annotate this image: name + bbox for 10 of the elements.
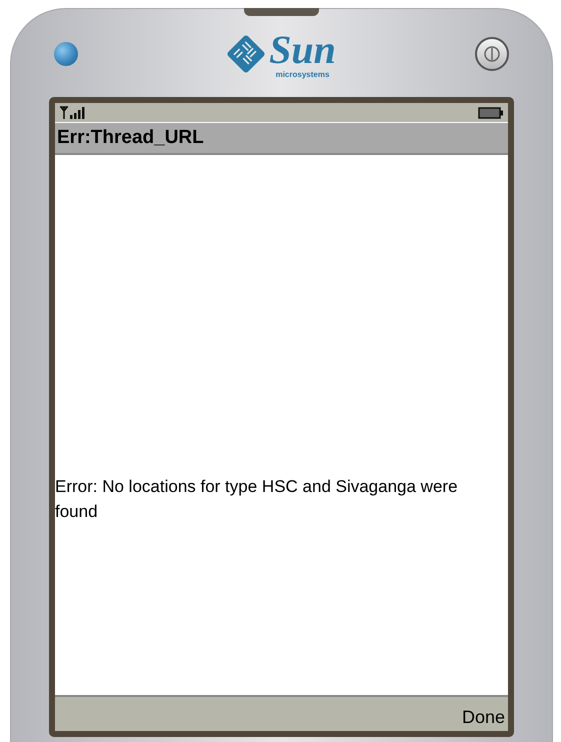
logo-tagline: microsystems bbox=[276, 70, 330, 78]
screen-title: Err:Thread_URL bbox=[57, 126, 204, 150]
logo-wordmark: Sun bbox=[269, 30, 336, 70]
error-message: Error: No locations for type HSC and Sivaganga were found bbox=[55, 476, 459, 523]
battery-icon bbox=[478, 106, 504, 118]
indicator-light bbox=[54, 42, 78, 66]
done-softkey[interactable]: Done bbox=[462, 705, 505, 729]
power-icon bbox=[483, 45, 501, 63]
power-button[interactable] bbox=[475, 37, 509, 71]
signal-icon bbox=[59, 106, 87, 120]
